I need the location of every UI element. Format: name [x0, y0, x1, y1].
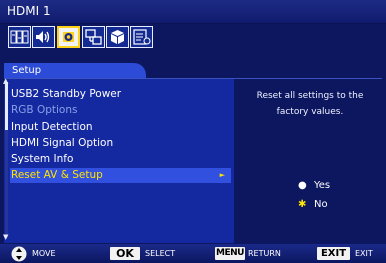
- submenu-arrow-icon: ►: [219, 171, 225, 179]
- scroll-down-arrow-icon[interactable]: ▼: [3, 234, 8, 241]
- hint-select-label: SELECT: [145, 249, 176, 258]
- menu-item-label: System Info: [11, 153, 74, 165]
- menu-item-reset-av-setup[interactable]: Reset AV & Setup ►: [10, 168, 231, 183]
- option-no[interactable]: ✱ No: [298, 198, 328, 212]
- menu-item-input-detection[interactable]: Input Detection: [10, 120, 231, 135]
- ok-key: OK: [110, 247, 140, 260]
- menu-item-rgb-options: RGB Options: [10, 103, 231, 118]
- menu-key: MENU: [215, 247, 245, 260]
- rgb-picture-icon: [10, 30, 29, 44]
- gear-icon: [63, 32, 74, 42]
- hint-return-label: RETURN: [248, 249, 281, 258]
- tab-setup[interactable]: [57, 26, 80, 48]
- option-label: No: [314, 199, 328, 210]
- scroll-up-arrow-icon[interactable]: ▲: [3, 78, 8, 85]
- hint-exit-label: EXIT: [355, 249, 373, 258]
- option-label: Yes: [314, 180, 331, 191]
- window-title: HDMI 1: [7, 4, 51, 18]
- menu-item-system-info[interactable]: System Info: [10, 152, 231, 167]
- tab-pip[interactable]: [106, 26, 129, 48]
- title-bar: [0, 0, 386, 24]
- menu-item-label: Input Detection: [11, 121, 93, 133]
- menu-item-hdmi-signal-option[interactable]: HDMI Signal Option: [10, 136, 231, 151]
- speaker-icon: [36, 31, 50, 43]
- network-icon: [85, 29, 102, 45]
- move-dpad-icon: [11, 246, 27, 262]
- setting-description: Reset all settings to the factory values…: [256, 91, 364, 117]
- tab-picture[interactable]: [8, 26, 31, 48]
- panel-title: Setup: [12, 65, 42, 76]
- bullet-icon: ●: [298, 180, 307, 191]
- menu-item-label: USB2 Standby Power: [11, 88, 122, 100]
- scrollbar-thumb[interactable]: [5, 82, 8, 130]
- hint-move-label: MOVE: [32, 249, 56, 258]
- cube-icon: [111, 30, 124, 44]
- tab-network[interactable]: [82, 26, 105, 48]
- option-yes[interactable]: ● Yes: [298, 179, 330, 193]
- selected-star-icon: ✱: [298, 199, 307, 210]
- exit-key: EXIT: [317, 247, 350, 260]
- tab-audio[interactable]: [32, 26, 55, 48]
- menu-item-label: Reset AV & Setup: [11, 169, 103, 181]
- menu-item-usb2-standby-power[interactable]: USB2 Standby Power: [10, 87, 231, 102]
- menu-item-label: RGB Options: [11, 104, 78, 116]
- menu-item-label: HDMI Signal Option: [11, 137, 114, 149]
- info-list-icon: [133, 29, 151, 45]
- tab-info[interactable]: [130, 26, 153, 48]
